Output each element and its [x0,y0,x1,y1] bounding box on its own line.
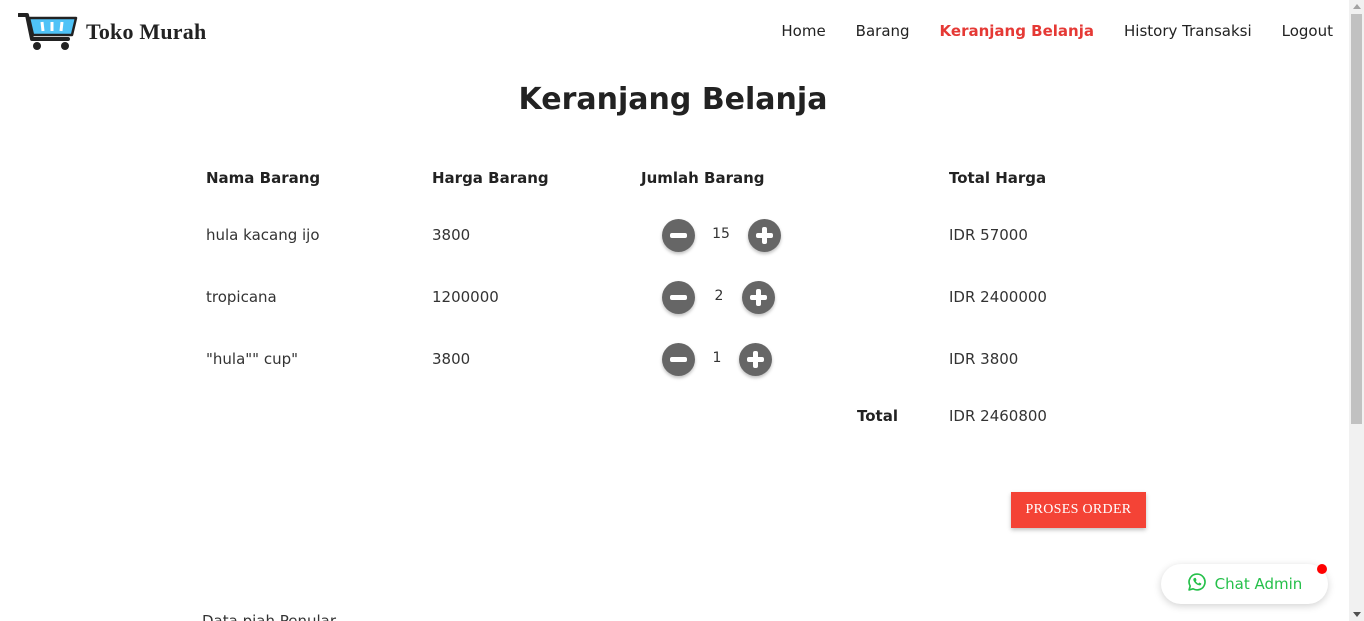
item-name: tropicana [206,288,277,306]
item-total: IDR 2400000 [949,288,1047,306]
page: Toko Murah Home Barang Keranjang Belanja… [0,0,1364,621]
item-price: 1200000 [432,288,499,306]
main-nav: Home Barang Keranjang Belanja History Tr… [751,22,1333,40]
decrease-quantity-button[interactable] [662,219,695,252]
header-nama-barang: Nama Barang [206,169,321,187]
chat-admin-button[interactable]: Chat Admin [1161,564,1328,604]
nav-logout[interactable]: Logout [1282,22,1333,40]
header-total-harga: Total Harga [949,169,1047,187]
item-name: hula kacang ijo [206,226,320,244]
nav-home[interactable]: Home [781,22,825,40]
decrease-quantity-button[interactable] [662,343,695,376]
increase-quantity-button[interactable] [739,343,772,376]
whatsapp-icon [1187,572,1207,596]
item-total: IDR 3800 [949,350,1019,368]
scroll-up-arrow-icon[interactable] [1353,4,1361,9]
item-quantity: 1 [712,350,722,366]
item-name: "hula"" cup" [206,350,299,368]
chat-admin-label: Chat Admin [1214,575,1303,593]
notification-badge [1317,564,1327,574]
shopping-cart-icon [18,12,78,52]
brand[interactable]: Toko Murah [18,12,206,52]
increase-quantity-button[interactable] [742,281,775,314]
header-harga-barang: Harga Barang [432,169,549,187]
proses-order-button[interactable]: PROSES ORDER [1011,492,1146,528]
item-price: 3800 [432,226,471,244]
item-quantity: 2 [714,288,724,304]
header-jumlah-barang: Jumlah Barang [641,169,765,187]
nav-keranjang-belanja[interactable]: Keranjang Belanja [940,22,1094,40]
nav-history-transaksi[interactable]: History Transaksi [1124,22,1252,40]
footer-section-heading: Data piah Penular [202,612,337,621]
vertical-scrollbar[interactable] [1349,0,1364,621]
grand-total-label: Total [857,407,898,425]
item-quantity: 15 [712,226,730,242]
decrease-quantity-button[interactable] [662,281,695,314]
increase-quantity-button[interactable] [748,219,781,252]
page-title: Keranjang Belanja [518,82,828,117]
scroll-thumb[interactable] [1351,14,1362,424]
brand-name: Toko Murah [86,19,207,44]
nav-barang[interactable]: Barang [856,22,910,40]
item-total: IDR 57000 [949,226,1028,244]
item-price: 3800 [432,350,471,368]
grand-total-value: IDR 2460800 [949,407,1047,425]
scroll-down-arrow-icon[interactable] [1353,612,1361,617]
